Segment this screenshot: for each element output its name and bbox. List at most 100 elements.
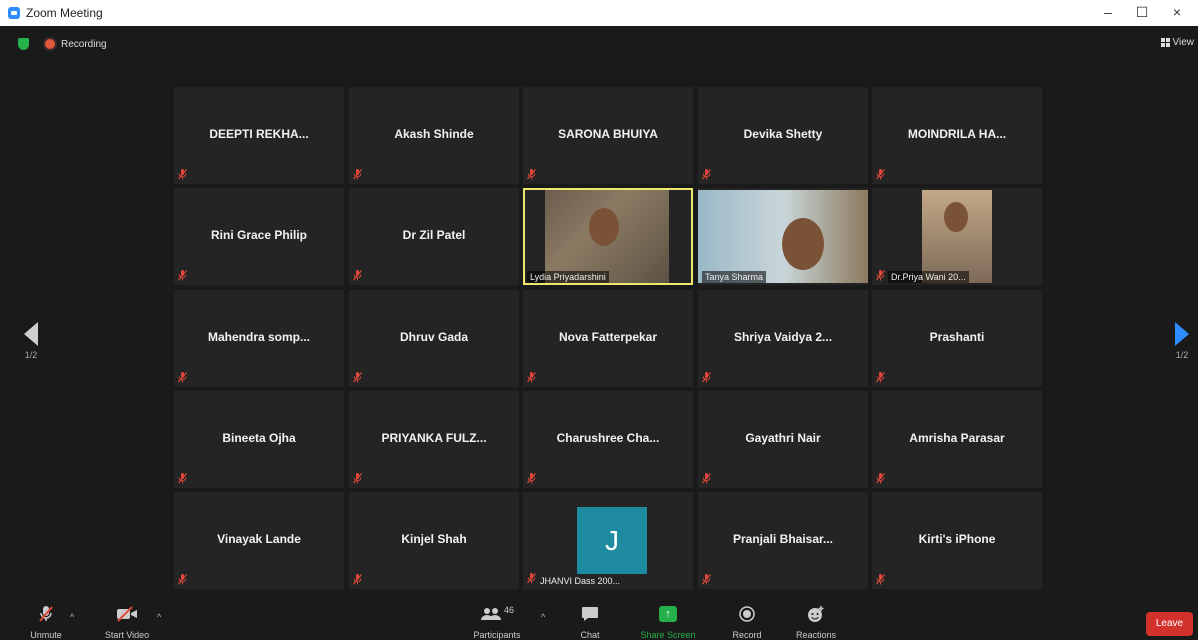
unmute-button[interactable]: Unmute (24, 604, 68, 640)
participant-tile[interactable]: Dr Zil Patel (349, 188, 519, 285)
video-options-icon[interactable]: ^ (157, 612, 161, 622)
shield-icon[interactable] (18, 38, 29, 50)
mic-muted-icon (353, 473, 362, 484)
participant-tile[interactable]: Mahendra somp... (174, 290, 344, 387)
participant-tile[interactable]: Akash Shinde (349, 87, 519, 184)
page-indicator-left: 1/2 (24, 350, 38, 360)
participant-tile[interactable]: Kinjel Shah (349, 492, 519, 589)
mic-muted-icon (353, 169, 362, 180)
participant-name: Shriya Vaidya 2... (733, 330, 833, 344)
mic-muted-icon (702, 169, 711, 180)
mic-muted-icon (876, 270, 885, 281)
close-button[interactable]: × (1162, 2, 1192, 22)
participant-face (589, 208, 619, 246)
participant-tile[interactable]: Gayathri Nair (698, 391, 868, 488)
participant-face (944, 202, 968, 232)
participant-avatar: J (577, 507, 647, 574)
mic-muted-icon (527, 573, 536, 584)
participant-video (698, 190, 868, 283)
participant-tile[interactable]: Rini Grace Philip (174, 188, 344, 285)
participant-name: Devika Shetty (743, 127, 823, 141)
participants-icon: 46 (466, 604, 528, 624)
minimize-button[interactable]: – (1093, 2, 1123, 22)
arrow-left-icon (24, 322, 38, 346)
participant-tile[interactable]: DEEPTI REKHA... (174, 87, 344, 184)
title-bar: Zoom Meeting – ☐ × (0, 0, 1198, 26)
participants-options-icon[interactable]: ^ (541, 612, 545, 622)
meeting-toolbar: Unmute ^ Start Video ^ 46 Participants ^… (0, 604, 1198, 640)
audio-options-icon[interactable]: ^ (70, 612, 74, 622)
mic-muted-icon (178, 574, 187, 585)
participant-name: Kinjel Shah (401, 532, 467, 546)
participant-name: Tanya Sharma (702, 271, 767, 283)
zoom-app-icon (8, 7, 20, 19)
share-screen-button[interactable]: ↑ Share Screen (634, 604, 702, 640)
mic-muted-icon (527, 372, 536, 383)
participant-name: Mahendra somp... (207, 330, 311, 344)
participant-tile[interactable]: SARONA BHUIYA (523, 87, 693, 184)
mic-muted-icon (876, 169, 885, 180)
participant-name: Bineeta Ojha (222, 431, 296, 445)
participant-tile[interactable]: Amrisha Parasar (872, 391, 1042, 488)
participant-tile[interactable]: Kirti's iPhone (872, 492, 1042, 589)
participant-tile[interactable]: Bineeta Ojha (174, 391, 344, 488)
reactions-icon (790, 604, 842, 624)
grid-icon (1160, 38, 1170, 47)
participant-tile[interactable]: J JHANVI Dass 200... (523, 492, 693, 589)
participant-name: Gayathri Nair (745, 431, 821, 445)
participant-video (922, 190, 992, 283)
video-off-icon (98, 604, 156, 624)
participant-tile[interactable]: Tanya Sharma (698, 188, 868, 285)
next-page-button[interactable]: 1/2 (1172, 322, 1192, 360)
maximize-button[interactable]: ☐ (1127, 2, 1157, 22)
participant-name: Rini Grace Philip (210, 228, 308, 242)
participant-name: Dhruv Gada (399, 330, 468, 344)
view-button[interactable]: View (1160, 37, 1194, 48)
participant-tile[interactable]: PRIYANKA FULZ... (349, 391, 519, 488)
mic-muted-icon (178, 270, 187, 281)
recording-label: Recording (61, 38, 107, 50)
participant-name: Nova Fatterpekar (558, 330, 658, 344)
reactions-button[interactable]: Reactions (790, 604, 842, 640)
participant-name: Prashanti (929, 330, 985, 344)
participant-tile[interactable]: Prashanti (872, 290, 1042, 387)
participant-name: Kirti's iPhone (918, 532, 996, 546)
participant-name: JHANVI Dass 200... (540, 576, 621, 586)
participant-name: Charushree Cha... (556, 431, 660, 445)
participant-tile[interactable]: Pranjali Bhaisar... (698, 492, 868, 589)
participants-button[interactable]: 46 Participants (466, 604, 528, 640)
participant-name: DEEPTI REKHA... (209, 127, 309, 141)
participant-tile[interactable]: Dr.Priya Wani 20... (872, 188, 1042, 285)
mic-muted-icon (353, 270, 362, 281)
participant-tile[interactable]: Dhruv Gada (349, 290, 519, 387)
window-title: Zoom Meeting (26, 6, 103, 20)
participant-name: Vinayak Lande (217, 532, 301, 546)
start-video-button[interactable]: Start Video (98, 604, 156, 640)
participant-tile[interactable]: Shriya Vaidya 2... (698, 290, 868, 387)
meeting-status: Recording (18, 37, 107, 51)
chat-button[interactable]: Chat (572, 604, 608, 640)
participant-tile[interactable]: MOINDRILA HA... (872, 87, 1042, 184)
recording-icon (45, 39, 55, 49)
participant-tile[interactable]: Lydia Priyadarshini (523, 188, 693, 285)
participant-name: MOINDRILA HA... (907, 127, 1007, 141)
mic-muted-icon (702, 574, 711, 585)
participant-tile[interactable]: Charushree Cha... (523, 391, 693, 488)
mic-muted-icon (353, 372, 362, 383)
participant-tile[interactable]: Vinayak Lande (174, 492, 344, 589)
share-screen-icon: ↑ (659, 606, 677, 622)
participant-name: Pranjali Bhaisar... (732, 532, 834, 546)
arrow-right-icon (1175, 322, 1189, 346)
leave-button[interactable]: Leave (1146, 612, 1193, 636)
record-icon (726, 604, 768, 624)
participant-tile[interactable]: Nova Fatterpekar (523, 290, 693, 387)
participant-name: SARONA BHUIYA (558, 127, 658, 141)
record-button[interactable]: Record (726, 604, 768, 640)
mic-muted-icon (702, 473, 711, 484)
participant-name: Lydia Priyadarshini (527, 271, 609, 283)
page-indicator-right: 1/2 (1175, 350, 1189, 360)
previous-page-button[interactable]: 1/2 (21, 322, 41, 360)
participant-tile[interactable]: Devika Shetty (698, 87, 868, 184)
participant-name: Amrisha Parasar (909, 431, 1005, 445)
participant-name: Dr.Priya Wani 20... (888, 271, 969, 283)
